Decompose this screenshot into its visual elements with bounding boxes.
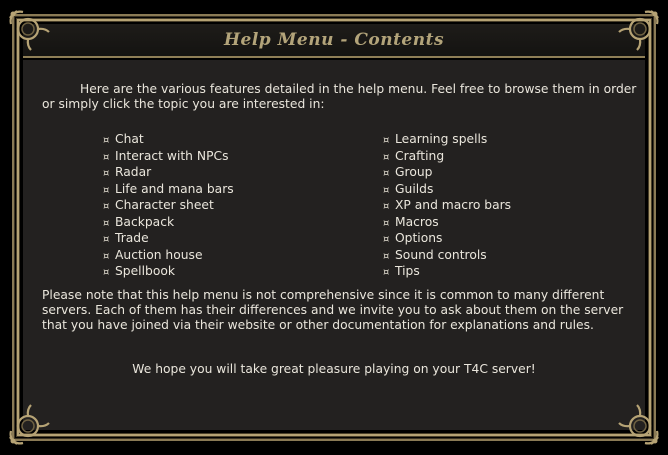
- content-panel: Here are the various features detailed i…: [23, 60, 645, 430]
- bullet-icon: ¤: [103, 168, 110, 179]
- bullet-icon: ¤: [383, 201, 390, 212]
- bullet-icon: ¤: [383, 217, 390, 229]
- topic-label: Auction house: [115, 247, 203, 262]
- bullet-icon: ¤: [383, 267, 390, 278]
- topic-label: Chat: [115, 132, 144, 146]
- corner-ornament-icon: [617, 403, 663, 449]
- topic-link[interactable]: ¤ Interact with NPCs: [103, 149, 234, 166]
- topic-label: Radar: [115, 165, 152, 179]
- note-text: Please note that this help menu is not c…: [42, 288, 624, 332]
- topic-link[interactable]: ¤ Auction house: [103, 248, 234, 265]
- bullet-icon: ¤: [103, 267, 110, 278]
- topic-link[interactable]: ¤ XP and macro bars: [383, 198, 511, 215]
- bullet-icon: ¤: [103, 250, 110, 262]
- bullet-icon: ¤: [383, 135, 390, 146]
- corner-ornament-icon: [5, 6, 51, 52]
- bullet-icon: ¤: [383, 151, 390, 163]
- title-bar: Help Menu - Contents: [23, 24, 645, 58]
- topic-label: Group: [395, 165, 433, 179]
- topic-link[interactable]: ¤ Crafting: [383, 149, 511, 166]
- topic-link[interactable]: ¤ Life and mana bars: [103, 182, 234, 199]
- topic-link[interactable]: ¤ Backpack: [103, 215, 234, 232]
- topic-link[interactable]: ¤ Chat: [103, 132, 234, 149]
- corner-ornament-icon: [5, 403, 51, 449]
- bullet-icon: ¤: [103, 184, 110, 196]
- bullet-icon: ¤: [103, 234, 110, 245]
- topic-label: Trade: [115, 231, 149, 245]
- topic-link[interactable]: ¤ Trade: [103, 231, 234, 248]
- topic-label: Macros: [395, 214, 439, 229]
- bullet-icon: ¤: [383, 168, 390, 179]
- topic-label: Crafting: [395, 148, 445, 163]
- bullet-icon: ¤: [103, 151, 110, 163]
- intro-text: Here are the various features detailed i…: [42, 82, 637, 111]
- bullet-icon: ¤: [383, 234, 390, 245]
- closing-text: We hope you will take great pleasure pla…: [132, 362, 536, 376]
- topic-link[interactable]: ¤ Group: [383, 165, 511, 182]
- topic-link[interactable]: ¤ Spellbook: [103, 264, 234, 281]
- bullet-icon: ¤: [103, 135, 110, 146]
- topic-label: Life and mana bars: [115, 181, 234, 196]
- topic-label: Guilds: [395, 181, 434, 196]
- topic-label: Interact with NPCs: [115, 148, 229, 163]
- topic-link[interactable]: ¤ Sound controls: [383, 248, 511, 265]
- topic-label: Character sheet: [115, 198, 214, 212]
- bullet-icon: ¤: [103, 217, 110, 229]
- topic-link[interactable]: ¤ Options: [383, 231, 511, 248]
- topic-label: XP and macro bars: [395, 198, 512, 212]
- topic-link[interactable]: ¤ Character sheet: [103, 198, 234, 215]
- bullet-icon: ¤: [383, 250, 390, 262]
- bullet-icon: ¤: [103, 201, 110, 212]
- topic-label: Learning spells: [395, 132, 488, 146]
- topic-label: Sound controls: [395, 247, 487, 262]
- topic-link[interactable]: ¤ Tips: [383, 264, 511, 281]
- topic-label: Spellbook: [115, 264, 175, 278]
- topic-label: Options: [395, 231, 443, 245]
- topic-link[interactable]: ¤ Radar: [103, 165, 234, 182]
- topic-list-right: ¤ Learning spells ¤ Crafting ¤ Group ¤ Guilds ¤ X…: [383, 132, 511, 281]
- bullet-icon: ¤: [383, 184, 390, 196]
- window-title: Help Menu - Contents: [223, 30, 445, 50]
- topic-link[interactable]: ¤ Guilds: [383, 182, 511, 199]
- topic-list-left: ¤ Chat ¤ Interact with NPCs ¤ Radar ¤ Life and …: [103, 132, 234, 281]
- corner-ornament-icon: [617, 6, 663, 52]
- help-window: Help Menu - Contents Here are the variou…: [0, 0, 668, 455]
- topic-label: Tips: [395, 264, 420, 278]
- topic-link[interactable]: ¤ Learning spells: [383, 132, 511, 149]
- topic-label: Backpack: [115, 214, 175, 229]
- topic-link[interactable]: ¤ Macros: [383, 215, 511, 232]
